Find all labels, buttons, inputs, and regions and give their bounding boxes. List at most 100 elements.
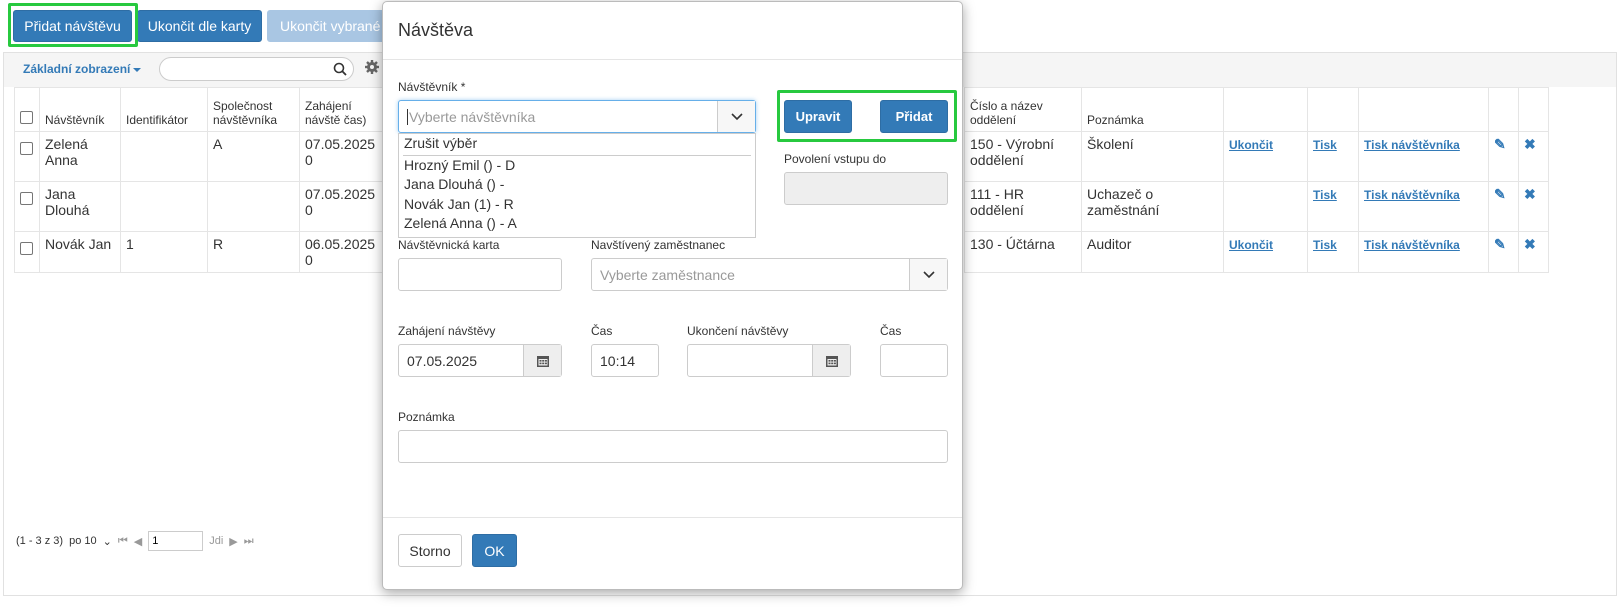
- visitor-placeholder: Vyberte návštěvníka: [409, 108, 536, 125]
- employee-dropdown-button[interactable]: [909, 259, 947, 290]
- note-input[interactable]: [398, 430, 948, 463]
- last-page-icon[interactable]: ⏭: [244, 535, 254, 548]
- dropdown-item-clear[interactable]: Zrušit výběr: [399, 134, 755, 154]
- cell-print: Tisk: [1307, 231, 1359, 273]
- employee-select[interactable]: Vyberte zaměstnance: [591, 258, 948, 291]
- end-date-input[interactable]: [687, 344, 851, 377]
- search-icon[interactable]: [333, 62, 347, 76]
- cell-identifier: [120, 181, 208, 232]
- cell-company: A: [207, 131, 300, 182]
- cancel-button[interactable]: Storno: [398, 534, 462, 567]
- cell-delete: ✖: [1518, 131, 1549, 182]
- cell-end: [1223, 181, 1308, 232]
- calendar-icon: [536, 355, 549, 367]
- modal-title: Návštěva: [398, 20, 474, 40]
- cell-identifier: 1: [120, 231, 208, 273]
- print-visitor-link[interactable]: Tisk návštěvníka: [1364, 188, 1460, 202]
- add-visitor-button[interactable]: Přidat: [880, 100, 948, 133]
- col-delete: [1518, 87, 1549, 132]
- first-page-icon[interactable]: ⏮: [118, 535, 128, 548]
- col-company[interactable]: Společnost návštěvníka: [207, 87, 300, 132]
- page-input[interactable]: [148, 531, 204, 551]
- select-all-checkbox[interactable]: [20, 111, 33, 124]
- cell-print-visitor: Tisk návštěvníka: [1358, 231, 1489, 273]
- entry-until-label: Povolení vstupu do: [784, 152, 887, 166]
- delete-icon[interactable]: ✖: [1524, 136, 1536, 152]
- start-time-input[interactable]: 10:14: [591, 344, 659, 377]
- end-selected-button[interactable]: Ukončit vybrané: [267, 10, 392, 42]
- cell-visitor: Novák Jan: [39, 231, 121, 273]
- print-link[interactable]: Tisk: [1313, 138, 1337, 152]
- pager: (1 - 3 z 3) po 10 ⌄ ⏮ ◀ Jdi ▶ ⏭: [16, 531, 254, 551]
- go-button[interactable]: Jdi: [209, 535, 223, 547]
- pager-range: (1 - 3 z 3): [16, 535, 64, 547]
- cell-company: [207, 181, 300, 232]
- add-visit-button[interactable]: Přidat návštěvu: [13, 10, 132, 42]
- ok-button[interactable]: OK: [472, 534, 517, 567]
- end-link[interactable]: Ukončit: [1229, 138, 1273, 152]
- col-end: [1223, 87, 1308, 132]
- row-select-cell: [14, 131, 40, 182]
- print-link[interactable]: Tisk: [1313, 188, 1337, 202]
- cell-dept: 111 - HR oddělení: [964, 181, 1082, 232]
- end-link[interactable]: Ukončit: [1229, 238, 1273, 252]
- end-time-input[interactable]: [880, 344, 948, 377]
- end-date-picker-button[interactable]: [812, 345, 850, 376]
- visitor-dropdown-list: Zrušit výběr Hrozný Emil () - D Jana Dlo…: [398, 133, 756, 238]
- text-cursor: [407, 108, 408, 125]
- next-page-icon[interactable]: ▶: [229, 535, 237, 548]
- delete-icon[interactable]: ✖: [1524, 236, 1536, 252]
- prev-page-icon[interactable]: ◀: [134, 535, 142, 548]
- edit-icon[interactable]: ✎: [1494, 236, 1506, 252]
- view-select[interactable]: Základní zobrazení: [23, 62, 142, 76]
- row-checkbox[interactable]: [20, 142, 33, 155]
- end-by-card-button[interactable]: Ukončit dle karty: [137, 10, 262, 42]
- visitor-dropdown-button[interactable]: [717, 101, 755, 132]
- modal-header: Návštěva: [383, 2, 962, 60]
- card-label: Návštěvnická karta: [398, 238, 500, 252]
- print-visitor-link[interactable]: Tisk návštěvníka: [1364, 138, 1460, 152]
- card-input[interactable]: [398, 258, 562, 291]
- print-link[interactable]: Tisk: [1313, 238, 1337, 252]
- start-date-input[interactable]: 07.05.2025: [398, 344, 562, 377]
- cell-print-visitor: Tisk návštěvníka: [1358, 131, 1489, 182]
- dropdown-item[interactable]: Hrozný Emil () - D: [399, 156, 755, 176]
- col-print-visitor: [1358, 87, 1489, 132]
- col-visitor[interactable]: Návštěvník: [39, 87, 121, 132]
- start-date-picker-button[interactable]: [523, 345, 561, 376]
- delete-icon[interactable]: ✖: [1524, 186, 1536, 202]
- visitor-select[interactable]: Vyberte návštěvníka: [398, 100, 756, 133]
- cell-print-visitor: Tisk návštěvníka: [1358, 181, 1489, 232]
- print-visitor-link[interactable]: Tisk návštěvníka: [1364, 238, 1460, 252]
- visit-modal: Návštěva Návštěvník * Vyberte návštěvník…: [382, 1, 963, 590]
- col-start[interactable]: Zahájení návště čas): [299, 87, 385, 132]
- row-checkbox[interactable]: [20, 242, 33, 255]
- col-dept[interactable]: Číslo a název oddělení: [964, 87, 1082, 132]
- cell-dept: 130 - Účtárna: [964, 231, 1082, 273]
- gear-icon[interactable]: [364, 59, 380, 75]
- dropdown-item[interactable]: Zelená Anna () - A: [399, 214, 755, 234]
- col-note[interactable]: Poznámka: [1081, 87, 1224, 132]
- grid-search-input[interactable]: [159, 57, 354, 81]
- col-identifier[interactable]: Identifikátor: [120, 87, 208, 132]
- note-label: Poznámka: [398, 410, 455, 424]
- chevron-down-icon[interactable]: ⌄: [103, 535, 112, 548]
- page-size-select[interactable]: po 10: [69, 535, 97, 547]
- edit-icon[interactable]: ✎: [1494, 136, 1506, 152]
- cell-delete: ✖: [1518, 231, 1549, 273]
- row-checkbox[interactable]: [20, 192, 33, 205]
- entry-until-input[interactable]: [784, 172, 948, 205]
- cell-start: 07.05.2025 0: [299, 181, 385, 232]
- cell-delete: ✖: [1518, 181, 1549, 232]
- dropdown-item[interactable]: Jana Dlouhá () -: [399, 175, 755, 195]
- edit-visitor-button[interactable]: Upravit: [784, 100, 852, 133]
- dropdown-item[interactable]: Novák Jan (1) - R: [399, 195, 755, 215]
- cell-note: Školení: [1081, 131, 1224, 182]
- cell-company: R: [207, 231, 300, 273]
- cell-end: Ukončit: [1223, 131, 1308, 182]
- start-label: Zahájení návštěvy: [398, 324, 496, 338]
- cell-start: 07.05.2025 0: [299, 131, 385, 182]
- end-time-label: Čas: [880, 324, 902, 338]
- cell-visitor: Zelená Anna: [39, 131, 121, 182]
- edit-icon[interactable]: ✎: [1494, 186, 1506, 202]
